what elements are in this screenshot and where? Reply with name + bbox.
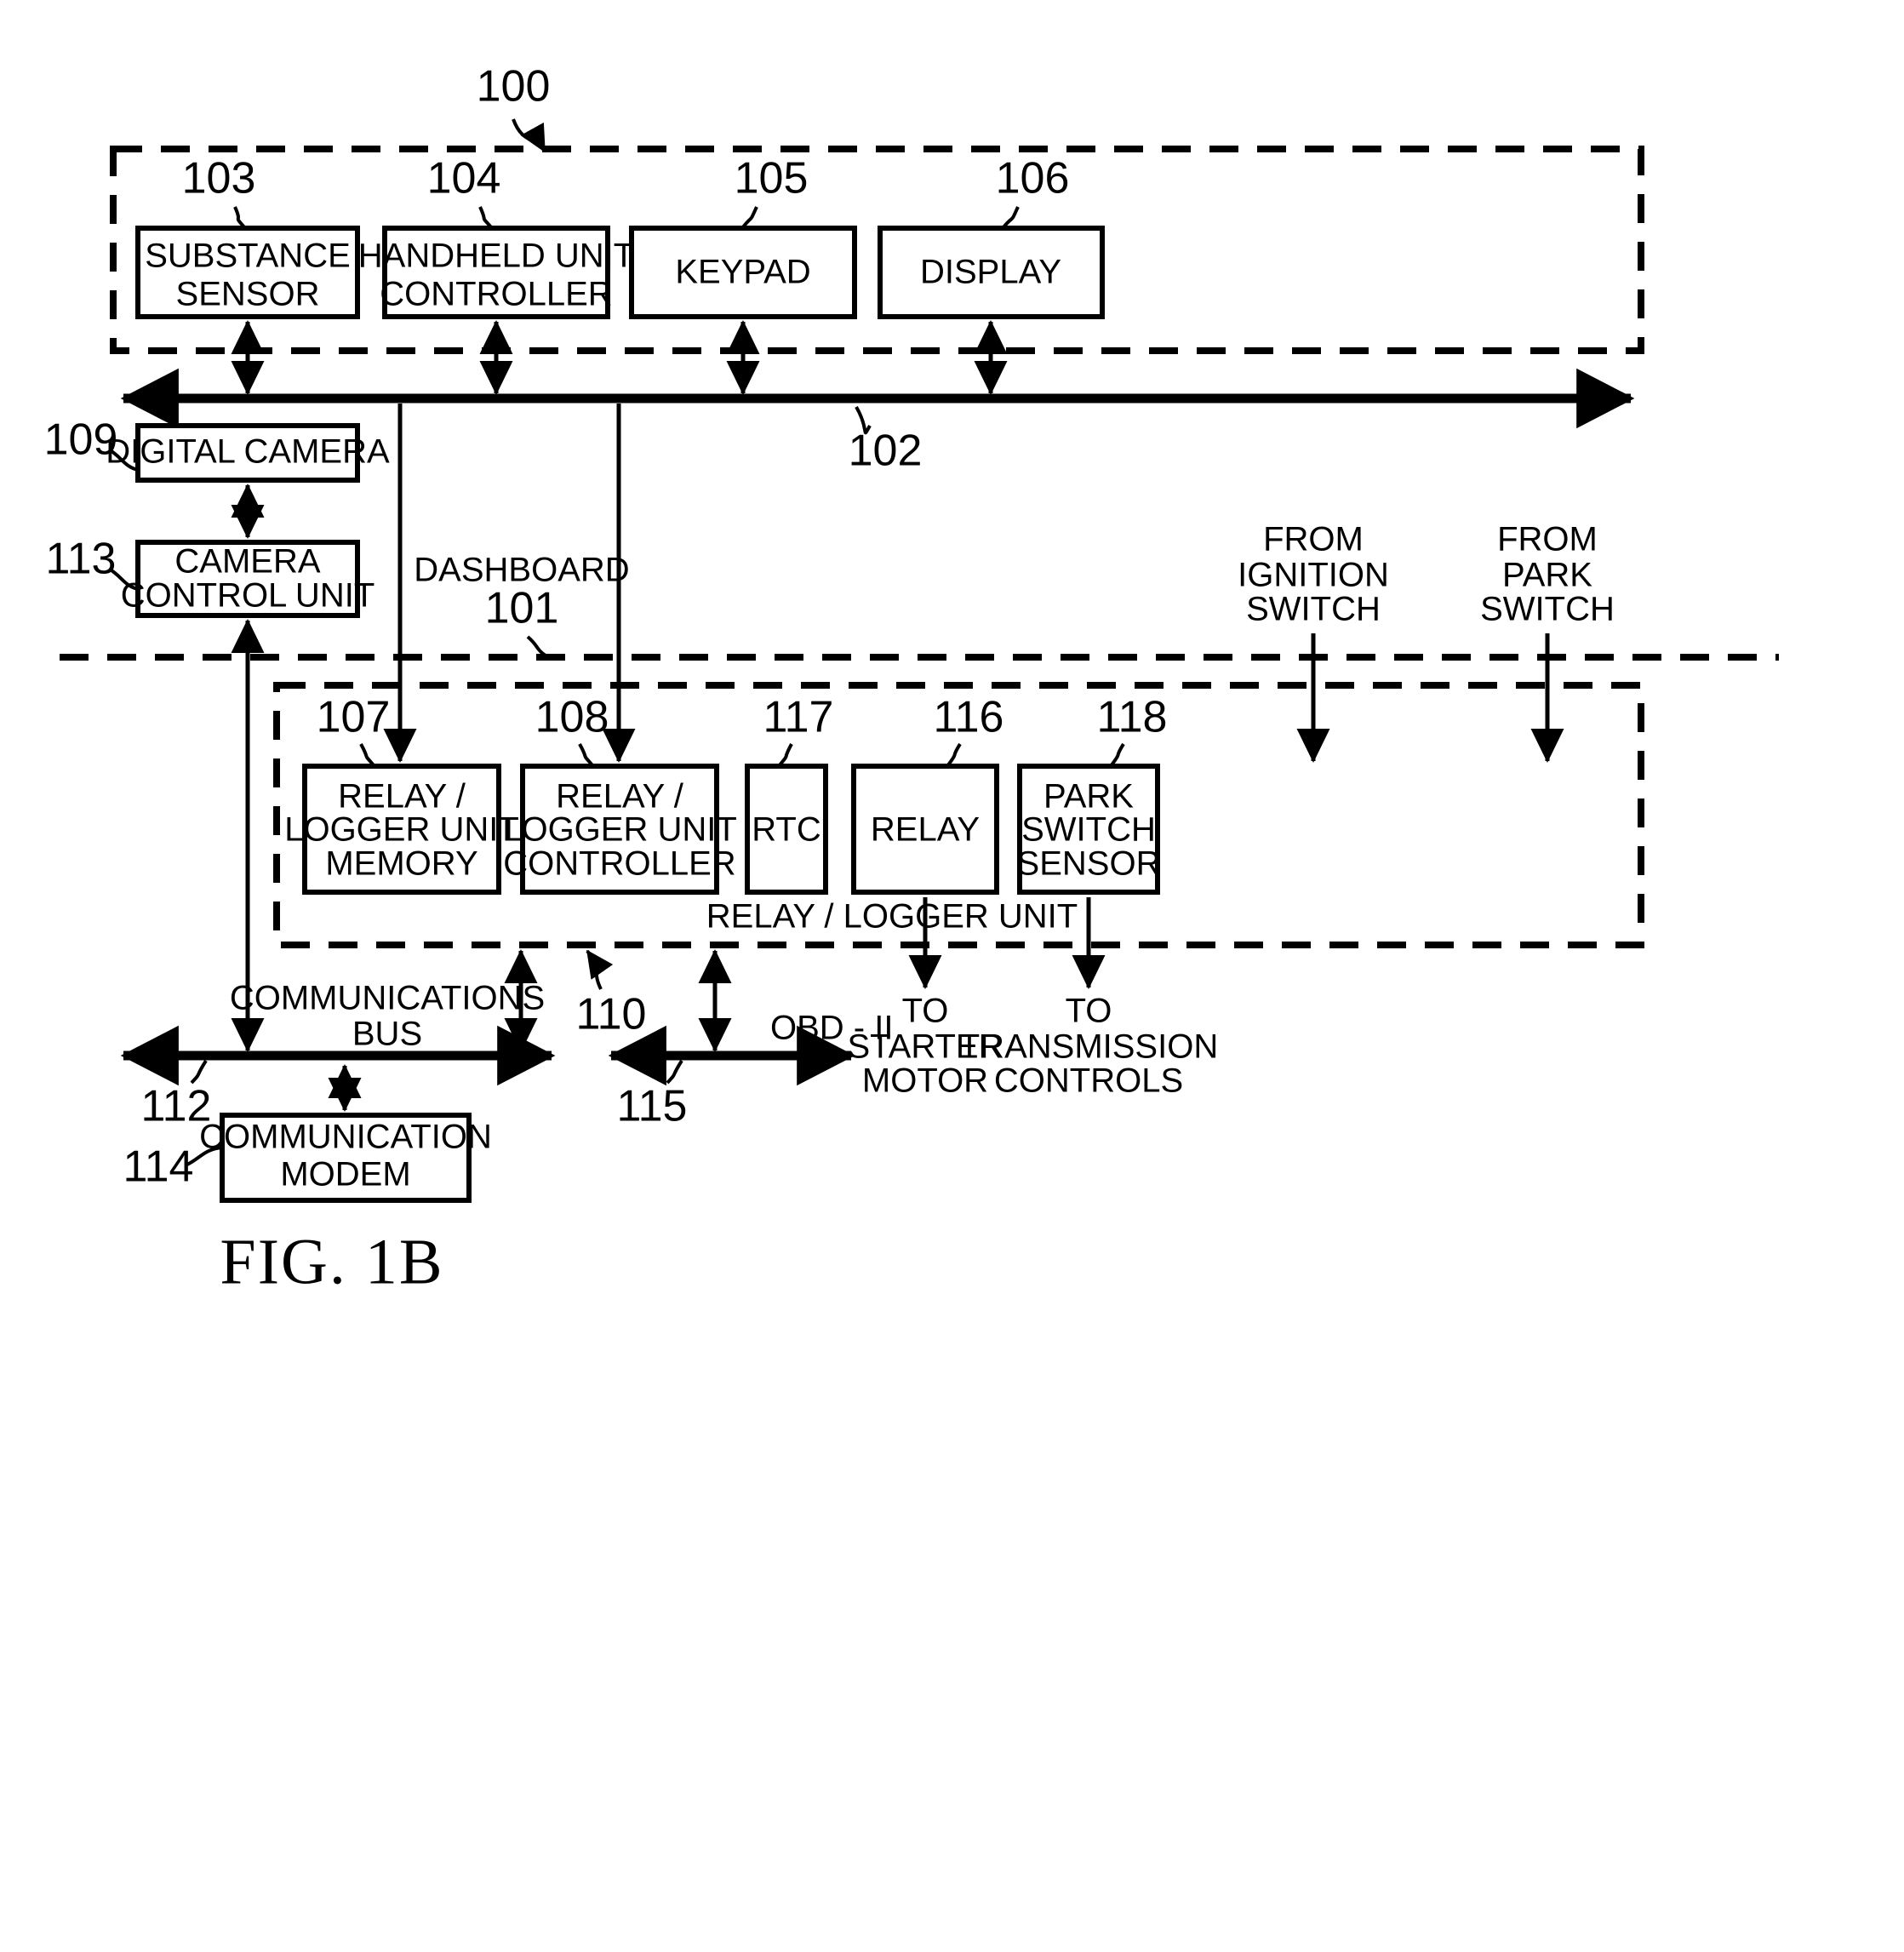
from-park-switch-line3: SWITCH	[1480, 591, 1615, 628]
ref-109: 109	[44, 415, 118, 465]
handheld-unit-controller-label-line1: HANDHELD UNIT	[358, 238, 634, 275]
park-switch-sensor-line2: SWITCH	[1021, 811, 1156, 849]
ref-118: 118	[1097, 693, 1168, 742]
ref-100-group: 100	[477, 62, 551, 153]
park-switch-sensor-line3: SENSOR	[1017, 845, 1161, 883]
relay-logger-memory-line2: LOGGER UNIT	[284, 811, 519, 849]
box-digital-camera: DIGITAL CAMERA 109	[44, 415, 390, 483]
ref-104: 104	[427, 154, 501, 203]
camera-control-unit-label-line2: CONTROL UNIT	[121, 577, 375, 615]
figure-caption: FIG. 1B	[220, 1226, 443, 1297]
communications-bus-112: COMMUNICATIONS BUS 112	[120, 980, 556, 1131]
to-transmission-controls-line3: CONTROLS	[994, 1062, 1183, 1100]
from-park-switch-line1: FROM	[1497, 521, 1598, 558]
box-keypad: KEYPAD 105	[629, 154, 857, 319]
to-starter-motor-line3: MOTOR	[862, 1062, 988, 1100]
ref-116: 116	[934, 693, 1004, 742]
relay-logger-controller-line3: CONTROLLER	[503, 845, 735, 883]
ref-100: 100	[477, 62, 551, 112]
from-park-switch-line2: PARK	[1502, 557, 1592, 594]
ref-110: 110	[576, 990, 647, 1039]
substance-sensor-label-line2: SENSOR	[176, 276, 320, 313]
communications-bus-label-line1: COMMUNICATIONS	[230, 980, 545, 1017]
box-camera-control-unit: CAMERA CONTROL UNIT 113	[46, 535, 375, 618]
relay-logger-memory-line1: RELAY /	[338, 778, 466, 816]
patent-figure-1b: 100 SUBSTANCE SENSOR 103 HANDHELD UNIT C…	[0, 0, 1904, 1952]
ref-105: 105	[735, 154, 809, 203]
digital-camera-label: DIGITAL CAMERA	[106, 433, 390, 471]
box-display: DISPLAY 106	[878, 154, 1105, 319]
to-starter-motor-line1: TO	[902, 993, 949, 1030]
camera-control-unit-label-line1: CAMERA	[174, 543, 320, 581]
ref-101: 101	[485, 584, 559, 633]
obd-ii-link-115: OBD - II 115	[608, 948, 893, 1131]
keypad-label: KEYPAD	[675, 254, 810, 291]
box-rtc: RTC 117	[745, 693, 834, 895]
ref-103: 103	[182, 154, 256, 203]
handheld-unit-controller-label-line2: CONTROLLER	[380, 276, 612, 313]
relay-logger-controller-line2: LOGGER UNIT	[502, 811, 737, 849]
obd-ii-label: OBD - II	[770, 1010, 893, 1047]
ref-102: 102	[849, 426, 923, 476]
from-ignition-switch-line1: FROM	[1263, 521, 1364, 558]
from-ignition-switch-line2: IGNITION	[1238, 557, 1389, 594]
ref-106: 106	[996, 154, 1070, 203]
substance-sensor-label-line1: SUBSTANCE	[145, 238, 351, 275]
box-handheld-unit-controller: HANDHELD UNIT CONTROLLER 104	[358, 154, 634, 319]
box-relay: RELAY 116	[851, 693, 1004, 895]
rtc-label: RTC	[752, 811, 820, 849]
ref-107: 107	[317, 693, 391, 742]
ref-108: 108	[535, 693, 609, 742]
communication-modem-line1: COMMUNICATION	[199, 1119, 492, 1156]
ref-117: 117	[763, 693, 834, 742]
relay-label: RELAY	[871, 811, 980, 849]
block-diagram-canvas: 100 SUBSTANCE SENSOR 103 HANDHELD UNIT C…	[44, 62, 1779, 1297]
communications-bus-label-line2: BUS	[352, 1016, 422, 1053]
relay-logger-memory-line3: MEMORY	[325, 845, 477, 883]
park-switch-sensor-line1: PARK	[1043, 778, 1134, 816]
relay-logger-unit-enclosure-label: RELAY / LOGGER UNIT	[706, 898, 1078, 936]
to-transmission-controls-line1: TO	[1066, 993, 1112, 1030]
box-park-switch-sensor: PARK SWITCH SENSOR 118	[1017, 693, 1168, 895]
ref-114: 114	[123, 1142, 194, 1192]
label-from-park-switch: FROM PARK SWITCH	[1480, 521, 1615, 764]
ref-113: 113	[46, 535, 117, 584]
box-substance-sensor: SUBSTANCE SENSOR 103	[135, 154, 360, 319]
display-label: DISPLAY	[920, 254, 1061, 291]
to-transmission-controls-line2: TRANSMISSION	[959, 1028, 1218, 1066]
from-ignition-switch-line3: SWITCH	[1246, 591, 1381, 628]
relay-logger-controller-line1: RELAY /	[556, 778, 684, 816]
communication-modem-line2: MODEM	[280, 1156, 410, 1194]
label-from-ignition-switch: FROM IGNITION SWITCH	[1238, 521, 1389, 764]
dashboard-label-group: DASHBOARD 101	[414, 552, 630, 659]
ref-115: 115	[617, 1082, 688, 1131]
